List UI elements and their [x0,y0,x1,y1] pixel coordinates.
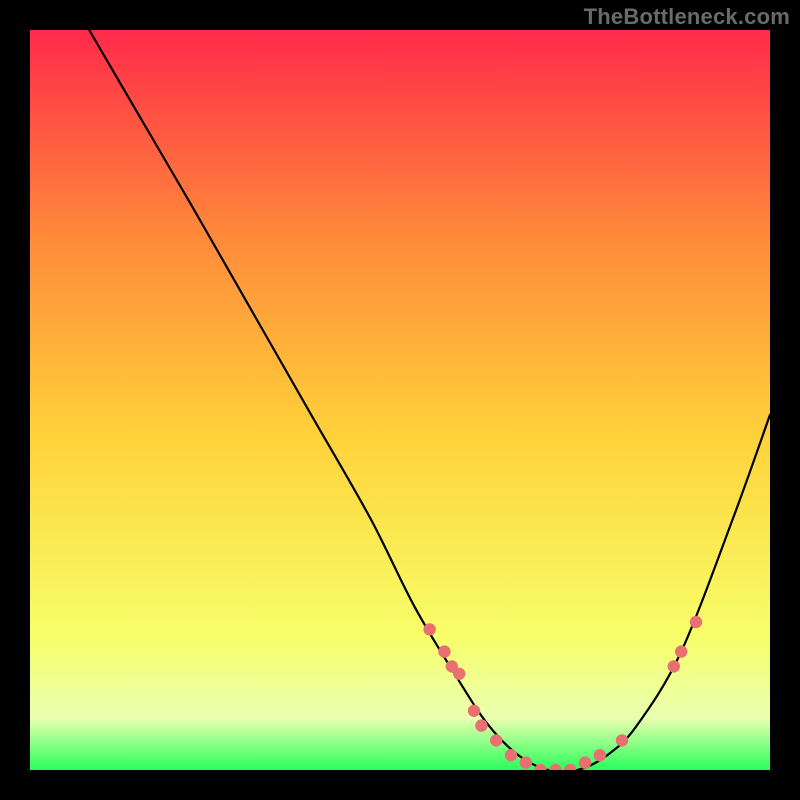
chart-stage: TheBottleneck.com [0,0,800,800]
gradient-background [30,30,770,770]
plot-area [30,30,770,770]
watermark-label: TheBottleneck.com [584,4,790,30]
